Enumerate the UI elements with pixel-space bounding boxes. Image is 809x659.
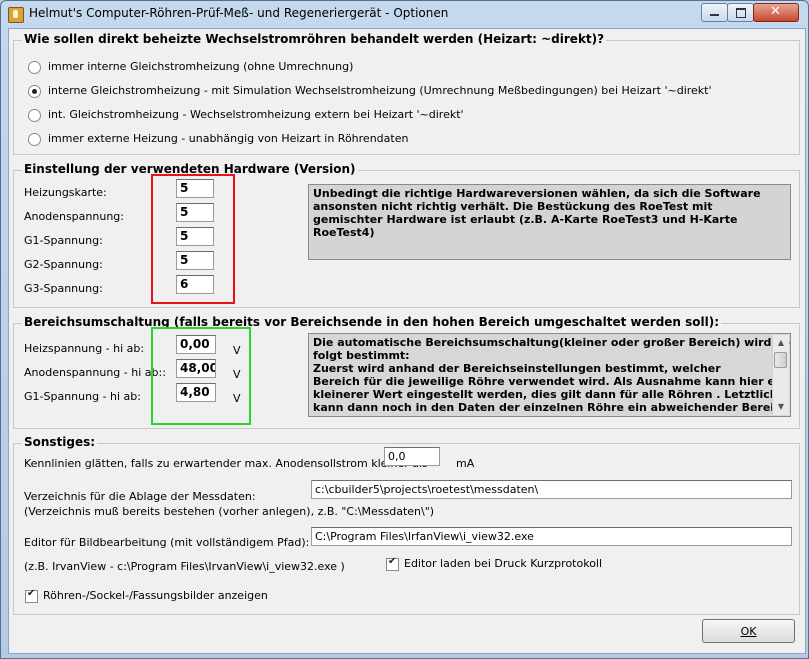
g3-spannung-label: G3-Spannung: [24,282,103,295]
options-window: Helmut's Computer-Röhren-Prüf-Meß- und R… [0,0,809,659]
anodenspannung-label: Anodenspannung: [24,210,124,223]
data-dir-hint: (Verzeichnis muß bereits bestehen (vorhe… [24,505,435,518]
radio-label: immer interne Gleichstromheizung (ohne U… [48,60,354,73]
scroll-down-icon[interactable]: ▼ [773,399,789,415]
radio-label: interne Gleichstromheizung - mit Simulat… [48,84,712,97]
radio-label: immer externe Heizung - unabhängig von H… [48,132,409,145]
scroll-up-icon[interactable]: ▲ [773,335,789,351]
heating-group-title: Wie sollen direkt beheizte Wechselstromr… [22,32,607,46]
close-icon: ✕ [770,4,781,19]
smoothing-input[interactable]: 0,0 [384,447,440,466]
note-line: kann dann noch in den Daten der einzelne… [313,401,789,414]
misc-group: Sonstiges: Kennlinien glätten, falls zu … [13,435,800,615]
radio-button[interactable] [28,61,41,74]
note-scrollbar[interactable]: ▲ ▼ [772,335,789,415]
note-line: folgt bestimmt: [313,349,410,362]
note-line: Bereich für die jeweilige Röhre verwende… [313,375,787,388]
editor-hint: (z.B. IrvanView - c:\Program Files\Irvan… [24,560,345,573]
radio-label: int. Gleichstromheizung - Wechselstromhe… [48,108,464,121]
ok-button[interactable]: OK [702,619,795,643]
editor-load-checkbox[interactable] [386,556,399,571]
editor-path-input[interactable]: C:\Program Files\IrfanView\i_view32.exe [311,527,792,546]
anodenspannung-hi-label: Anodenspannung - hi ab:: [24,366,166,379]
app-icon [8,7,24,23]
note-line: RoeTest4) [313,226,375,239]
window-title: Helmut's Computer-Röhren-Prüf-Meß- und R… [29,6,449,20]
green-highlight-box [151,327,251,425]
hardware-note: Unbedingt die richtige Hardwareversionen… [308,184,791,260]
red-highlight-box [151,174,235,304]
show-images-label: Röhren-/Sockel-/Fassungsbilder anzeigen [43,589,268,602]
heating-group: Wie sollen direkt beheizte Wechselstromr… [13,32,800,155]
smoothing-label: Kennlinien glätten, falls zu erwartender… [24,457,428,470]
heizspannung-hi-label: Heizspannung - hi ab: [24,342,145,355]
note-line: gemischter Hardware ist erlaubt (z.B. A-… [313,213,738,226]
editor-load-label: Editor laden bei Druck Kurzprotokoll [404,557,603,570]
editor-label: Editor für Bildbearbeitung (mit vollstän… [24,536,310,549]
note-line: Die automatische Bereichsumschaltung(kle… [313,336,791,349]
radio-button[interactable] [28,109,41,122]
scroll-thumb[interactable] [774,352,787,368]
smoothing-unit: mA [456,457,475,470]
note-line: Zuerst wird anhand der Bereichseinstellu… [313,362,721,375]
close-button[interactable]: ✕ [753,3,799,22]
heizungskarte-label: Heizungskarte: [24,186,107,199]
show-images-checkbox[interactable] [25,588,38,603]
radio-button[interactable] [28,133,41,146]
g1-spannung-label: G1-Spannung: [24,234,103,247]
data-dir-label: Verzeichnis für die Ablage der Messdaten… [24,490,256,503]
note-line: Unbedingt die richtige Hardwareversionen… [313,187,761,200]
range-group: Bereichsumschaltung (falls bereits vor B… [13,315,800,429]
minimize-button[interactable] [701,3,728,22]
dialog-client: Wie sollen direkt beheizte Wechselstromr… [8,28,806,654]
range-group-title: Bereichsumschaltung (falls bereits vor B… [22,315,722,329]
g1-spannung-hi-label: G1-Spannung - hi ab: [24,390,141,403]
misc-group-title: Sonstiges: [22,435,98,449]
hardware-group: Einstellung der verwendeten Hardware (Ve… [13,162,800,308]
title-bar[interactable]: Helmut's Computer-Röhren-Prüf-Meß- und R… [1,1,808,27]
data-dir-input[interactable]: c:\cbuilder5\projects\roetest\messdaten\ [311,480,792,499]
maximize-button[interactable] [727,3,754,22]
note-line: ansonsten nicht richtig verhält. Die Bes… [313,200,713,213]
range-note: Die automatische Bereichsumschaltung(kle… [308,333,791,417]
note-line: kleinerer Wert eingestellt werden, dies … [313,388,778,401]
g2-spannung-label: G2-Spannung: [24,258,103,271]
radio-button[interactable] [28,85,41,98]
